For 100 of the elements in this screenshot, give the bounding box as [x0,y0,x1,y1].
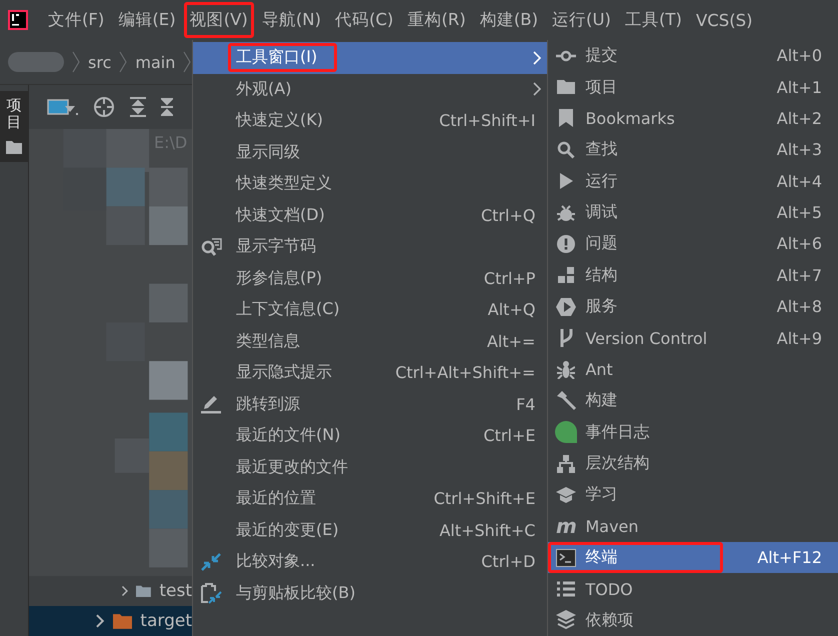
menu-item[interactable]: 比较对象... Ctrl+D [193,546,548,578]
menu-item[interactable]: 最近的文件(N) Ctrl+E [193,420,548,452]
menu-item-label: 最近的文件(N) [235,424,342,446]
shortcut: Alt+1 [776,78,822,97]
tree-item[interactable]: target [29,606,192,636]
menu-item-label: 层次结构 [585,453,650,474]
menu-item[interactable]: 显示字节码 [193,231,548,262]
chevron-icon [72,50,80,74]
menu-item-label: 形参信息(P) [235,266,324,289]
menu-bar-item[interactable]: 导航(N) [256,2,328,38]
menu-item[interactable]: Version Control Alt+9 [548,322,838,354]
terminal-icon [556,548,576,567]
bug-icon [557,204,576,222]
menu-item[interactable]: 最近的变更(E) Alt+Shift+C [193,514,548,546]
maven-icon: m [556,516,577,536]
menu-bar-item[interactable]: 代码(C) [329,2,400,38]
menu-item-label: 最近的变更(E) [235,518,340,541]
menu-item[interactable]: 快速定义(K) Ctrl+Shift+I [193,105,548,136]
tree-item[interactable]: test [29,576,192,606]
project-view-icon[interactable] [47,97,79,117]
menu-item-label: TODO [585,580,633,599]
menu-item[interactable]: 依赖项 [548,604,838,636]
shortcut: Alt+Shift+C [439,520,536,540]
menu-item[interactable]: 形参信息(P) Ctrl+P [193,262,548,294]
menu-bar-item[interactable]: 重构(R) [401,2,472,38]
menu-item[interactable]: 显示同级 [193,136,548,168]
menu-item[interactable]: 调试 Alt+5 [548,196,838,228]
menu-item[interactable]: 上下文信息(C) Alt+Q [193,294,548,326]
menu-item[interactable]: 最近的位置 Ctrl+Shift+E [193,483,548,514]
menu-item[interactable]: 层次结构 [548,448,838,480]
folder-icon [557,80,576,94]
menu-item-label: 显示字节码 [235,235,317,258]
menu-item-label: 显示隐式提示 [235,361,333,384]
menu-item-label: Version Control [585,328,708,348]
menu-item-label: Ant [585,360,613,379]
menu-item[interactable]: Bookmarks Alt+2 [548,102,838,134]
menu-bar-item[interactable]: 构建(B) [474,2,544,38]
menu-item-label: 最近更改的文件 [235,456,349,478]
menu-item-label: 问题 [585,233,618,254]
event-log-icon [555,421,578,444]
shortcut: Alt+9 [776,328,822,348]
menu-item[interactable]: 学习 [548,479,838,511]
shortcut: Alt+0 [776,46,822,66]
breadcrumb-item[interactable]: main [135,52,176,72]
menu-item[interactable]: Ant [548,354,838,386]
menu-item[interactable]: 项目 Alt+1 [548,71,838,103]
project-tab[interactable]: 项目 [0,91,28,162]
menu-item[interactable]: 类型信息 Alt+= [193,326,548,357]
menu-bar-item[interactable]: 文件(F) [42,2,110,38]
menu-item[interactable]: m Maven [548,510,838,542]
breadcrumb-item[interactable]: src [88,52,112,72]
menu-item-label: 服务 [585,296,618,318]
menu-item[interactable]: 查找 Alt+3 [548,134,838,166]
shortcut: Ctrl+Q [480,206,536,225]
folder-icon [6,140,22,154]
menu-bar-item[interactable]: 编辑(E) [112,2,182,38]
menu-item[interactable]: 提交 Alt+0 [548,40,838,72]
menu-item[interactable]: 服务 Alt+8 [548,291,838,322]
search-icon [557,140,576,159]
menu-item[interactable]: 快速文档(D) Ctrl+Q [193,200,548,231]
menu-item[interactable]: 与剪贴板比较(B) [193,578,548,609]
chevron-icon [183,50,192,74]
shortcut: Alt+3 [776,140,822,160]
menu-bar-item[interactable]: 视图(V) [184,2,254,38]
expand-all-icon[interactable] [129,96,147,118]
menu-item[interactable]: TODO [548,573,838,605]
shortcut: Alt+4 [776,172,822,191]
menu-item[interactable]: 问题 Alt+6 [548,228,838,260]
menu-bar-item[interactable]: 运行(U) [546,2,617,38]
menu-item-label: 快速定义(K) [234,109,324,132]
menu-bar-item[interactable]: VCS(S) [690,4,759,36]
hierarchy-icon [557,454,576,473]
menu-bar-item[interactable]: 工具(T) [618,2,688,38]
menu-item[interactable]: 结构 Alt+7 [548,260,838,291]
menu-item[interactable]: 最近更改的文件 [193,452,548,483]
menu-item-label: 外观(A) [235,78,292,100]
menu-item-label: 查找 [585,139,618,160]
clipboard-compare-icon [200,582,222,604]
shortcut: Ctrl+E [483,426,536,446]
shortcut: Alt+2 [776,108,822,128]
shortcut: Ctrl+D [481,552,536,572]
menu-item[interactable]: 快速类型定义 [193,168,548,200]
menu-item[interactable]: 跳转到源 F4 [193,388,548,420]
menu-item[interactable]: 显示隐式提示 Ctrl+Alt+Shift+= [193,357,548,388]
menu-item[interactable]: 工具窗口(I) [193,42,548,74]
menu-item[interactable]: 构建 [548,385,838,416]
menu-item[interactable]: 事件日志 [548,416,838,448]
collapse-all-icon[interactable] [161,96,173,118]
warning-circle-icon [557,234,576,253]
menu-item-label: 终端 [585,547,618,568]
menu-item-label: Maven [585,516,639,536]
structure-icon [557,267,576,284]
menu-item-label: 类型信息 [235,330,301,352]
menu-item-label: 结构 [585,264,618,286]
menu-item[interactable]: 运行 Alt+4 [548,166,838,197]
menu-item[interactable]: 外观(A) [193,74,548,105]
menu-item[interactable]: 终端 Alt+F12 [548,542,838,574]
shortcut: Ctrl+P [484,268,536,288]
locate-icon[interactable] [93,96,115,118]
menu-item-label: 工具窗口(I) [228,43,338,72]
